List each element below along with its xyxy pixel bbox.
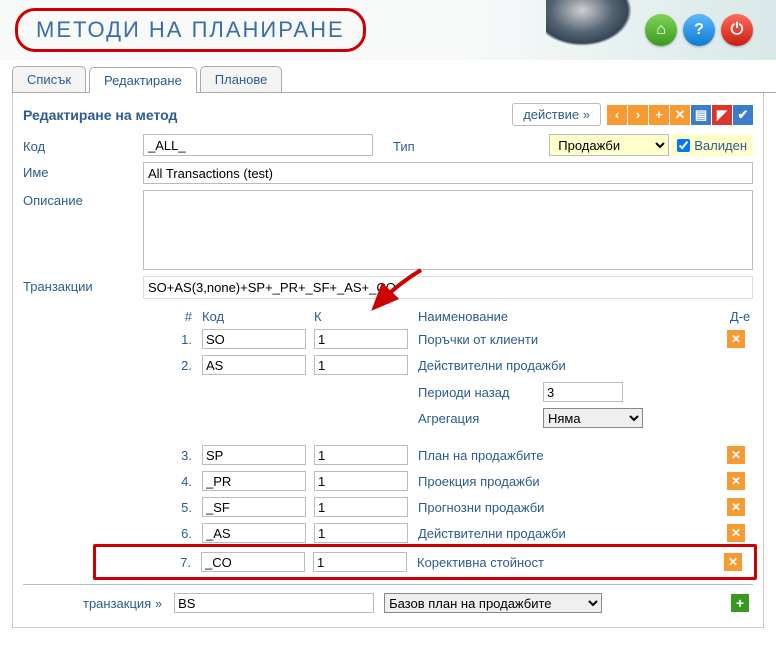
row-code-input[interactable] xyxy=(202,497,306,517)
nav-next-icon[interactable]: › xyxy=(628,105,648,125)
tx-table: # Код К Наименование Д-е 1. Поръчки от к… xyxy=(163,305,753,580)
add-tx-icon[interactable]: + xyxy=(731,594,749,612)
row-k-input[interactable] xyxy=(314,523,408,543)
name-input[interactable] xyxy=(143,162,753,184)
row-delete-icon[interactable]: ✕ xyxy=(724,553,742,571)
confirm-icon[interactable]: ✔ xyxy=(733,105,753,125)
new-tx-name-select[interactable]: Базов план на продажбите xyxy=(384,593,602,613)
panel-title: Редактиране на метод xyxy=(23,107,177,123)
row-k-input[interactable] xyxy=(314,355,408,375)
row-num: 4. xyxy=(163,474,198,489)
row-name: Проекция продажби xyxy=(412,474,727,489)
row-delete-icon[interactable]: ✕ xyxy=(727,472,745,490)
home-icon[interactable]: ⌂ xyxy=(645,14,677,46)
as-sub-params: Периоди назад Агрегация Няма xyxy=(418,378,753,442)
decorative-bird xyxy=(546,0,636,49)
type-label: Тип xyxy=(393,136,415,154)
row-name: Действителни продажби xyxy=(412,526,727,541)
row-num: 3. xyxy=(163,448,198,463)
tab-edit[interactable]: Редактиране xyxy=(89,67,197,93)
delete-icon[interactable]: ✕ xyxy=(670,105,690,125)
col-k: К xyxy=(310,309,412,324)
tab-plans[interactable]: Планове xyxy=(200,66,283,92)
agg-label: Агрегация xyxy=(418,411,543,426)
table-row: 6. Действителни продажби ✕ xyxy=(163,520,753,546)
col-act: Д-е xyxy=(727,309,753,324)
app-header: МЕТОДИ НА ПЛАНИРАНЕ ⌂ ? ⏻ xyxy=(0,0,776,60)
row-code-input[interactable] xyxy=(201,552,305,572)
name-label: Име xyxy=(23,162,143,180)
row-code-input[interactable] xyxy=(202,523,306,543)
help-icon[interactable]: ? xyxy=(683,14,715,46)
tab-list[interactable]: Списък xyxy=(12,66,86,92)
add-tx-row: транзакция » Базов план на продажбите + xyxy=(23,584,753,613)
code-label: Код xyxy=(23,136,143,154)
row-code-input[interactable] xyxy=(202,355,306,375)
row-name: Корективна стойност xyxy=(411,555,724,570)
edit-panel: Редактиране на метод действие » ‹ › + ✕ … xyxy=(12,93,764,628)
table-row: 1. Поръчки от клиенти ✕ xyxy=(163,326,753,352)
valid-wrap[interactable]: Валиден xyxy=(671,134,753,156)
row-name: План на продажбите xyxy=(412,448,727,463)
row-name: Поръчки от клиенти xyxy=(412,332,727,347)
row-num: 5. xyxy=(163,500,198,515)
row-k-input[interactable] xyxy=(314,445,408,465)
nav-prev-icon[interactable]: ‹ xyxy=(607,105,627,125)
row-delete-icon[interactable]: ✕ xyxy=(727,498,745,516)
periods-input[interactable] xyxy=(543,382,623,402)
row-delete-icon[interactable]: ✕ xyxy=(727,330,745,348)
row-k-input[interactable] xyxy=(314,471,408,491)
desc-label: Описание xyxy=(23,190,143,208)
action-button[interactable]: действие » xyxy=(512,103,601,126)
row-code-input[interactable] xyxy=(202,471,306,491)
list-icon[interactable]: ▤ xyxy=(691,105,711,125)
power-icon[interactable]: ⏻ xyxy=(721,14,753,46)
valid-label: Валиден xyxy=(694,138,747,153)
table-row: 3. План на продажбите ✕ xyxy=(163,442,753,468)
table-row: 2. Действителни продажби xyxy=(163,352,753,378)
type-select[interactable]: Продажби xyxy=(549,134,669,156)
code-input[interactable] xyxy=(143,134,373,156)
row-delete-icon[interactable]: ✕ xyxy=(727,446,745,464)
row-name: Действителни продажби xyxy=(412,358,727,373)
table-row: 4. Проекция продажби ✕ xyxy=(163,468,753,494)
row-num: 2. xyxy=(163,358,198,373)
add-tx-link[interactable]: транзакция » xyxy=(83,596,162,611)
tx-formula-display: SO+AS(3,none)+SP+_PR+_SF+_AS+_CO xyxy=(143,276,753,299)
cancel-icon[interactable]: ◤ xyxy=(712,105,732,125)
row-k-input[interactable] xyxy=(314,329,408,349)
row-num: 6. xyxy=(163,526,198,541)
row-num: 1. xyxy=(163,332,198,347)
row-code-input[interactable] xyxy=(202,329,306,349)
row-delete-icon[interactable]: ✕ xyxy=(727,524,745,542)
row-k-input[interactable] xyxy=(313,552,407,572)
periods-label: Периоди назад xyxy=(418,385,543,400)
add-icon[interactable]: + xyxy=(649,105,669,125)
tab-bar: Списък Редактиране Планове xyxy=(12,66,776,93)
row-code-input[interactable] xyxy=(202,445,306,465)
title-highlight: МЕТОДИ НА ПЛАНИРАНЕ xyxy=(15,8,366,52)
col-num: # xyxy=(163,309,198,324)
table-row: 5. Прогнозни продажби ✕ xyxy=(163,494,753,520)
highlighted-row: 7. Корективна стойност ✕ xyxy=(93,544,757,580)
row-num: 7. xyxy=(162,555,197,570)
tx-label: Транзакции xyxy=(23,276,143,294)
desc-textarea[interactable] xyxy=(143,190,753,270)
valid-checkbox[interactable] xyxy=(677,139,690,152)
page-title: МЕТОДИ НА ПЛАНИРАНЕ xyxy=(36,17,345,43)
agg-select[interactable]: Няма xyxy=(543,408,643,428)
col-code: Код xyxy=(198,309,310,324)
row-k-input[interactable] xyxy=(314,497,408,517)
new-tx-code-input[interactable] xyxy=(174,593,374,613)
col-name: Наименование xyxy=(412,309,727,324)
row-name: Прогнозни продажби xyxy=(412,500,727,515)
table-row: 7. Корективна стойност ✕ xyxy=(162,549,750,575)
